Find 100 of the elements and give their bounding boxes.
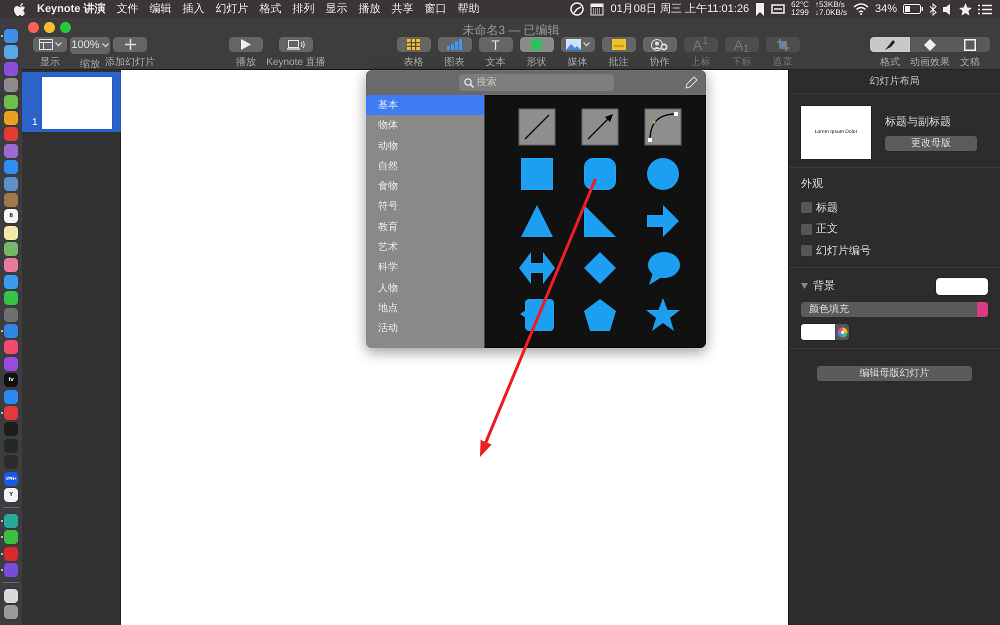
toolbar-button[interactable]	[113, 37, 147, 52]
toolbar-button[interactable]	[642, 37, 676, 52]
speaker-icon[interactable]	[943, 4, 953, 14]
download-speed: ↓7.0KB/s	[814, 9, 847, 17]
inspector-tab[interactable]	[870, 37, 910, 52]
menu-item[interactable]: 帮助	[457, 2, 480, 16]
checkbox[interactable]	[801, 202, 812, 214]
app-icon[interactable]	[4, 588, 18, 603]
toolbar-label: 形状	[526, 56, 546, 70]
menu-item[interactable]: 文件	[116, 2, 138, 16]
menu-item[interactable]: 幻灯片	[215, 2, 248, 16]
menu-item[interactable]: 编辑	[149, 2, 172, 16]
toolbar-label: 批注	[608, 56, 628, 70]
cpu-temperature: 62°C	[791, 1, 809, 9]
menu-item[interactable]: 排列	[292, 2, 314, 16]
app-menu[interactable]: Keynote 讲演	[37, 2, 106, 16]
category-item[interactable]: 地点	[366, 298, 484, 318]
app-icon[interactable]	[4, 605, 18, 620]
checkbox[interactable]	[801, 245, 812, 256]
wifi-icon[interactable]	[852, 3, 869, 15]
layout-icon	[38, 39, 52, 50]
toolbar-button[interactable]	[602, 37, 636, 52]
category-item[interactable]: 自然	[366, 156, 484, 176]
toolbar-button[interactable]	[560, 37, 594, 52]
monitor-icon[interactable]	[771, 4, 786, 14]
app-icon[interactable]	[4, 274, 18, 289]
star-icon[interactable]	[959, 2, 972, 16]
menu-item[interactable]: 播放	[358, 2, 380, 16]
bookmark-icon[interactable]	[755, 2, 766, 16]
toolbar-button[interactable]	[229, 37, 263, 52]
app-icon[interactable]	[4, 258, 18, 272]
category-item[interactable]: 基本	[366, 95, 484, 116]
category-item[interactable]: 科学	[366, 257, 484, 278]
background-color-swatch[interactable]	[936, 278, 988, 295]
app-icon[interactable]	[4, 242, 18, 256]
category-item[interactable]: 活动	[366, 318, 484, 339]
app-icon[interactable]	[4, 45, 18, 60]
app-icon[interactable]	[4, 291, 18, 306]
category-item[interactable]: 动物	[366, 136, 484, 156]
category-item[interactable]: 人物	[366, 278, 484, 298]
fill-type-select[interactable]: 颜色填充	[801, 302, 988, 317]
app-icon[interactable]	[4, 110, 18, 125]
category-item[interactable]: 教育	[366, 216, 484, 238]
toolbar-button[interactable]	[279, 37, 313, 52]
apple-menu-icon[interactable]	[14, 2, 26, 16]
app-icon[interactable]	[4, 94, 18, 109]
close-button[interactable]	[28, 22, 39, 32]
toolbar-label: 下标	[732, 56, 752, 70]
bluetooth-icon[interactable]	[929, 2, 937, 16]
toolbar-button[interactable]	[520, 37, 554, 52]
app-icon[interactable]	[4, 514, 18, 528]
notification-center-icon[interactable]	[978, 4, 992, 14]
category-item[interactable]: 符号	[366, 196, 484, 217]
toolbar-label: 表格	[404, 56, 424, 70]
menu-item[interactable]: 共享	[391, 2, 414, 16]
fan-speed: 1299	[791, 9, 809, 17]
toolbar-button[interactable]	[33, 37, 67, 52]
app-icon[interactable]	[4, 226, 18, 240]
toolbar-button[interactable]	[396, 37, 430, 52]
maximize-button[interactable]	[60, 22, 71, 32]
category-item[interactable]: 食物	[366, 176, 484, 196]
toolbar-label: 播放	[236, 56, 256, 70]
curve-shape[interactable]	[644, 108, 682, 146]
battery-percentage: 34%	[874, 2, 897, 16]
window-title: 未命名3 — 已编辑	[462, 23, 560, 37]
caret-icon	[102, 42, 109, 48]
menu-item[interactable]: 显示	[325, 2, 348, 16]
checkbox-label: 幻灯片编号	[816, 244, 871, 258]
search-icon	[464, 78, 474, 88]
inspector-tab[interactable]	[910, 37, 950, 52]
category-item[interactable]: 物体	[366, 115, 484, 136]
category-item[interactable]: 艺术	[366, 237, 484, 258]
edit-master-slide-button[interactable]: 编辑母版幻灯片	[817, 366, 972, 381]
battery-icon[interactable]	[903, 4, 923, 14]
image-icon	[566, 39, 580, 50]
calendar-icon[interactable]	[590, 2, 604, 16]
toolbar-label: 文本	[486, 56, 506, 70]
checkbox[interactable]	[801, 224, 812, 235]
menu-bar-clock[interactable]: 01月08日 周三 上午11:01:26	[610, 2, 750, 16]
minimize-button[interactable]	[44, 22, 55, 32]
app-icon[interactable]	[4, 530, 18, 544]
search-field[interactable]: 搜索	[458, 74, 614, 91]
layout-name: 标题与副标题	[885, 114, 952, 130]
menu-item[interactable]: 窗口	[424, 2, 446, 16]
pen-icon[interactable]	[684, 76, 698, 90]
gauge-icon[interactable]	[570, 2, 584, 16]
menu-item[interactable]: 插入	[182, 2, 204, 16]
slide-thumbnail-row[interactable]: 1	[22, 72, 121, 132]
menu-item[interactable]: 格式	[259, 2, 282, 16]
slide-thumbnail[interactable]	[42, 77, 112, 129]
toolbar-button[interactable]: 100%	[70, 37, 110, 54]
toolbar-button[interactable]: T	[478, 37, 512, 52]
color-well[interactable]	[801, 324, 835, 340]
text-icon: T	[491, 38, 500, 52]
star-shape[interactable]	[644, 296, 682, 334]
color-picker-button[interactable]	[835, 324, 849, 340]
inspector-tab[interactable]	[950, 37, 990, 52]
change-master-button[interactable]: 更改母版	[885, 136, 977, 152]
plus-icon	[124, 39, 136, 50]
toolbar-button[interactable]	[438, 37, 472, 52]
